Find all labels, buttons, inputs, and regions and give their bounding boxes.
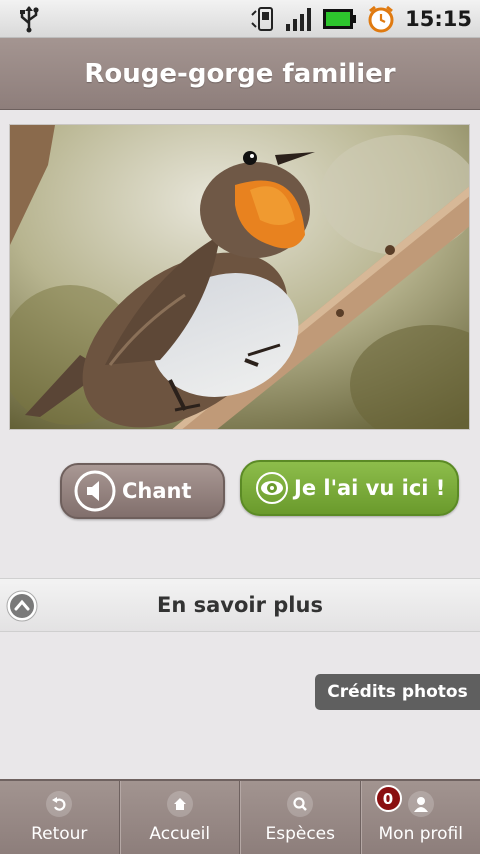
eye-icon: [256, 472, 288, 504]
more-info-section[interactable]: En savoir plus: [0, 578, 480, 632]
chant-button[interactable]: Chant: [60, 463, 225, 519]
notification-badge: 0: [374, 785, 402, 812]
home-icon: [166, 791, 193, 817]
nav-species-label: Espèces: [265, 824, 335, 844]
species-photo: [9, 124, 470, 430]
nav-species[interactable]: Espèces: [240, 781, 361, 854]
chant-label: Chant: [122, 479, 192, 503]
search-icon: [287, 791, 314, 817]
nav-back[interactable]: Retour: [0, 781, 120, 854]
seen-label: Je l'ai vu ici !: [294, 476, 446, 500]
status-bar: 15:15: [0, 0, 480, 38]
title-bar: Rouge-gorge familier: [0, 38, 480, 110]
nav-back-label: Retour: [31, 824, 88, 844]
seen-here-button[interactable]: Je l'ai vu ici !: [240, 460, 459, 516]
nav-profile[interactable]: 0 Mon profil: [360, 781, 480, 854]
signal-icon: [286, 8, 312, 31]
battery-icon: [323, 9, 357, 29]
photo-credits-label: Crédits photos: [327, 682, 468, 702]
bottom-nav: Retour Accueil Espèces 0 Mon profil: [0, 779, 480, 854]
page-title: Rouge-gorge familier: [84, 58, 396, 89]
robin-illustration: [10, 125, 469, 429]
speaker-icon: [74, 470, 116, 512]
nav-home[interactable]: Accueil: [119, 781, 240, 854]
usb-icon: [20, 6, 39, 33]
nav-home-label: Accueil: [149, 824, 211, 844]
back-icon: [46, 791, 73, 817]
phone-data-icon: [251, 7, 274, 31]
more-info-label: En savoir plus: [157, 593, 323, 617]
clock: 15:15: [405, 7, 472, 31]
alarm-icon: [368, 5, 394, 33]
nav-profile-label: Mon profil: [378, 824, 464, 844]
expand-up-icon: [6, 590, 38, 626]
profile-icon: [407, 791, 434, 817]
photo-credits-button[interactable]: Crédits photos: [315, 674, 480, 710]
